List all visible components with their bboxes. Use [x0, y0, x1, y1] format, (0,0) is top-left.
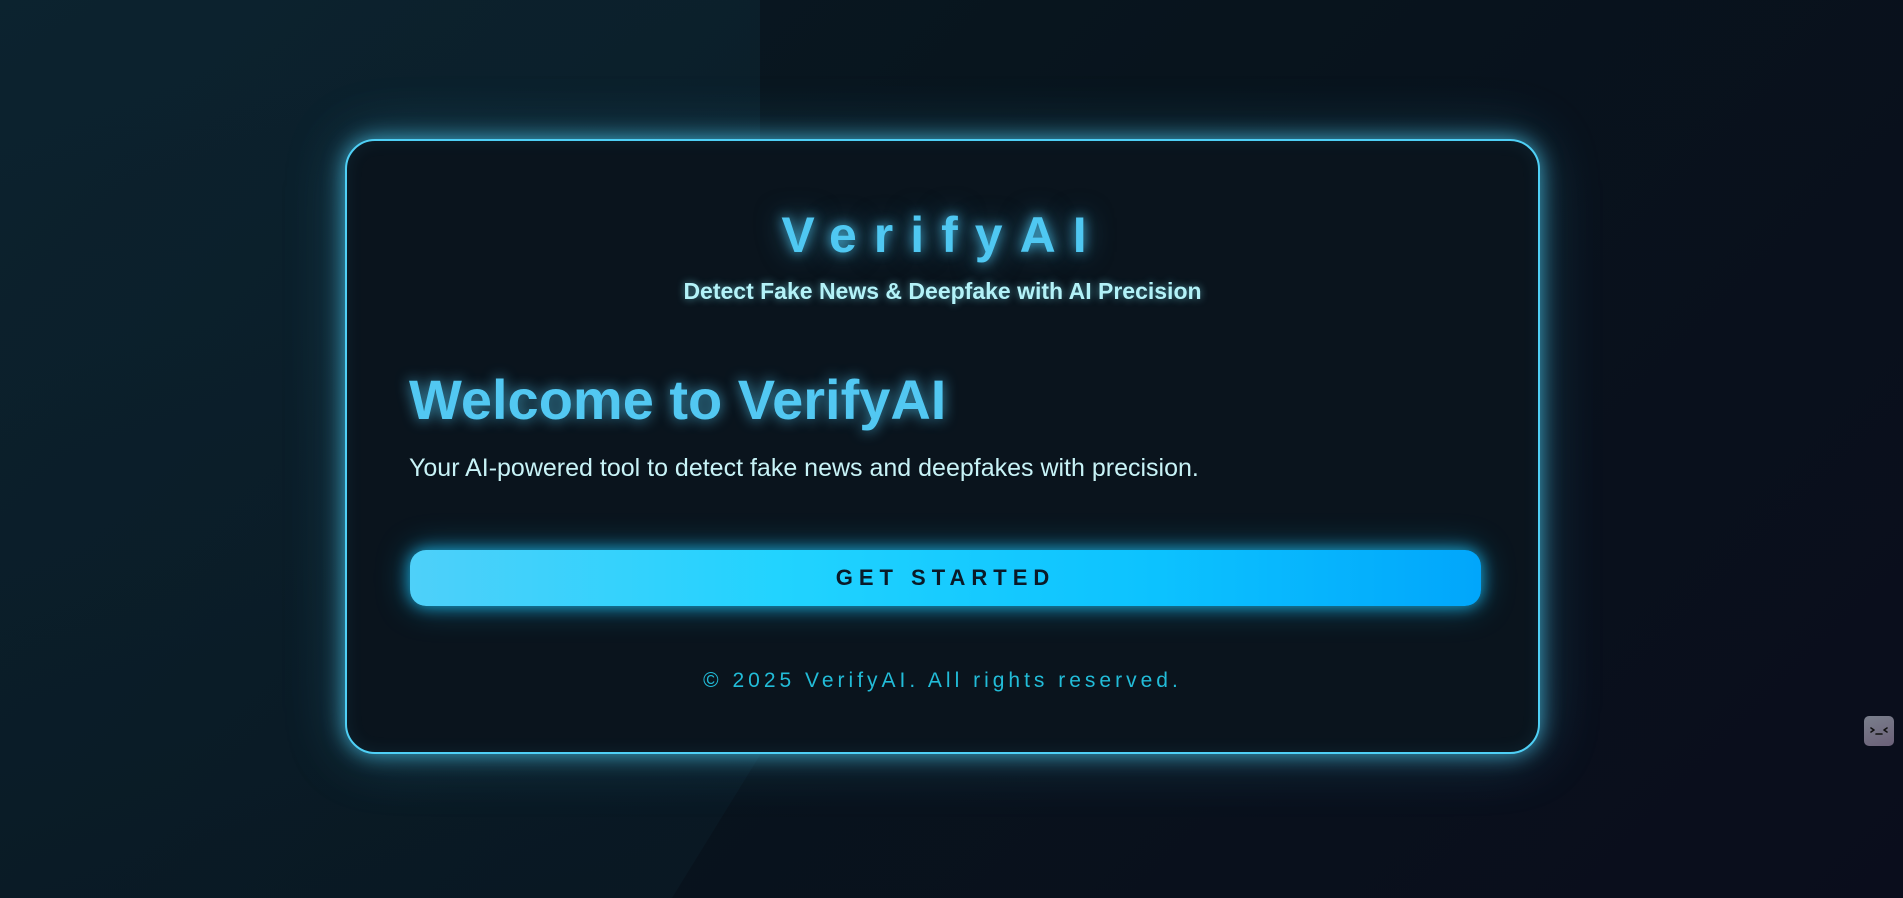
terminal-face-icon [1869, 724, 1889, 738]
copyright-footer: © 2025 VerifyAI. All rights reserved. [703, 669, 1182, 692]
side-widget-button[interactable] [1864, 716, 1894, 746]
page-title: Welcome to VerifyAI [409, 368, 947, 431]
brand-tagline: Detect Fake News & Deepfake with AI Prec… [683, 278, 1202, 304]
page-description: Your AI-powered tool to detect fake news… [409, 454, 1199, 482]
brand-logo-text: VerifyAI [781, 207, 1104, 263]
welcome-card: VerifyAI Detect Fake News & Deepfake wit… [345, 139, 1540, 754]
get-started-button[interactable]: GET STARTED [410, 550, 1481, 606]
